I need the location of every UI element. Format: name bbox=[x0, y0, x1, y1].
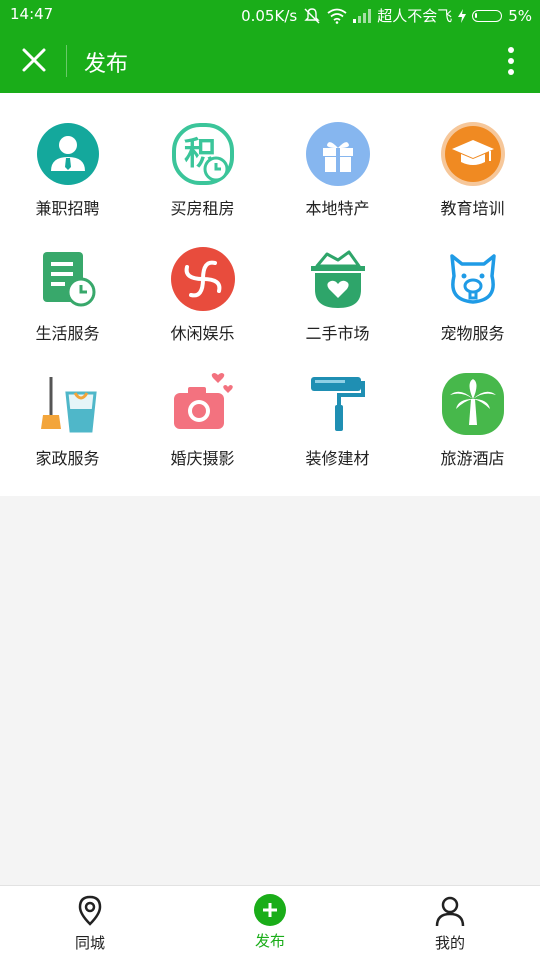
location-pin-icon bbox=[78, 895, 102, 926]
page-title: 发布 bbox=[84, 52, 129, 77]
carrier-name: 超人不会飞 bbox=[377, 7, 453, 25]
category-label: 家政服务 bbox=[35, 449, 100, 468]
graduation-cap-icon bbox=[440, 122, 505, 186]
pet-icon bbox=[449, 254, 496, 304]
user-icon bbox=[435, 896, 465, 927]
category-label: 旅游酒店 bbox=[440, 449, 505, 468]
battery-percent: 5% bbox=[508, 6, 532, 25]
category-pet[interactable]: 宠物服务 bbox=[405, 246, 540, 371]
bottom-tab-bar: 同城 发布 我的 bbox=[0, 885, 540, 960]
network-speed: 0.05K/s bbox=[241, 6, 298, 25]
signal-icon bbox=[353, 8, 372, 23]
status-right: 0.05K/s 超人不会飞 5% bbox=[241, 5, 532, 26]
palm-tree-icon bbox=[441, 373, 504, 435]
category-label: 宠物服务 bbox=[440, 324, 505, 343]
category-travel-hotel[interactable]: 旅游酒店 bbox=[405, 371, 540, 496]
category-label: 买房租房 bbox=[170, 199, 235, 218]
camera-icon bbox=[173, 373, 233, 429]
housing-icon: 积 bbox=[171, 123, 234, 185]
category-job[interactable]: 兼职招聘 bbox=[0, 121, 135, 246]
category-second-hand[interactable]: 二手市场 bbox=[270, 246, 405, 371]
wifi-icon bbox=[327, 8, 347, 24]
job-icon bbox=[36, 123, 99, 185]
tab-label: 同城 bbox=[74, 934, 105, 952]
battery-icon bbox=[472, 9, 503, 22]
title-bar: 发布 bbox=[0, 30, 540, 93]
category-life-service[interactable]: 生活服务 bbox=[0, 246, 135, 371]
category-label: 生活服务 bbox=[35, 324, 100, 343]
mute-icon bbox=[304, 7, 320, 23]
category-label: 本地特产 bbox=[305, 199, 370, 218]
tab-publish[interactable]: 发布 bbox=[220, 894, 320, 951]
category-local-specialty[interactable]: 本地特产 bbox=[270, 121, 405, 246]
category-grid: 兼职招聘 积 买房租房 本地特产 教育培训 生活服务 休闲娱乐 二手市场 宠物服… bbox=[0, 121, 540, 496]
category-label: 休闲娱乐 bbox=[170, 324, 235, 343]
category-education[interactable]: 教育培训 bbox=[405, 121, 540, 246]
tab-label: 发布 bbox=[254, 932, 285, 950]
title-separator bbox=[66, 45, 67, 77]
category-panel: 兼职招聘 积 买房租房 本地特产 教育培训 生活服务 休闲娱乐 二手市场 宠物服… bbox=[0, 93, 540, 496]
tab-local[interactable]: 同城 bbox=[40, 894, 140, 953]
category-decoration[interactable]: 装修建材 bbox=[270, 371, 405, 496]
charging-icon bbox=[458, 8, 467, 23]
category-wedding-photo[interactable]: 婚庆摄影 bbox=[135, 371, 270, 496]
status-bar: 14:47 0.05K/s 超人不会飞 5% bbox=[0, 0, 540, 30]
add-circle-icon bbox=[254, 894, 286, 926]
category-label: 教育培训 bbox=[440, 199, 505, 218]
tab-label: 我的 bbox=[434, 934, 465, 952]
category-label: 二手市场 bbox=[305, 324, 370, 343]
service-icon bbox=[42, 252, 95, 307]
category-label: 兼职招聘 bbox=[35, 199, 100, 218]
category-label: 装修建材 bbox=[305, 449, 370, 468]
paint-roller-icon bbox=[310, 377, 365, 431]
more-vertical-icon[interactable] bbox=[506, 46, 516, 76]
housekeeping-icon bbox=[40, 377, 97, 433]
gift-icon bbox=[305, 122, 370, 186]
tab-profile[interactable]: 我的 bbox=[400, 894, 500, 953]
status-time: 14:47 bbox=[10, 5, 54, 23]
close-icon[interactable] bbox=[18, 44, 50, 76]
category-housing[interactable]: 积 买房租房 bbox=[135, 121, 270, 246]
category-label: 婚庆摄影 bbox=[170, 449, 235, 468]
entertainment-icon bbox=[170, 247, 235, 311]
second-hand-icon bbox=[310, 250, 365, 308]
category-housekeeping[interactable]: 家政服务 bbox=[0, 371, 135, 496]
category-entertainment[interactable]: 休闲娱乐 bbox=[135, 246, 270, 371]
